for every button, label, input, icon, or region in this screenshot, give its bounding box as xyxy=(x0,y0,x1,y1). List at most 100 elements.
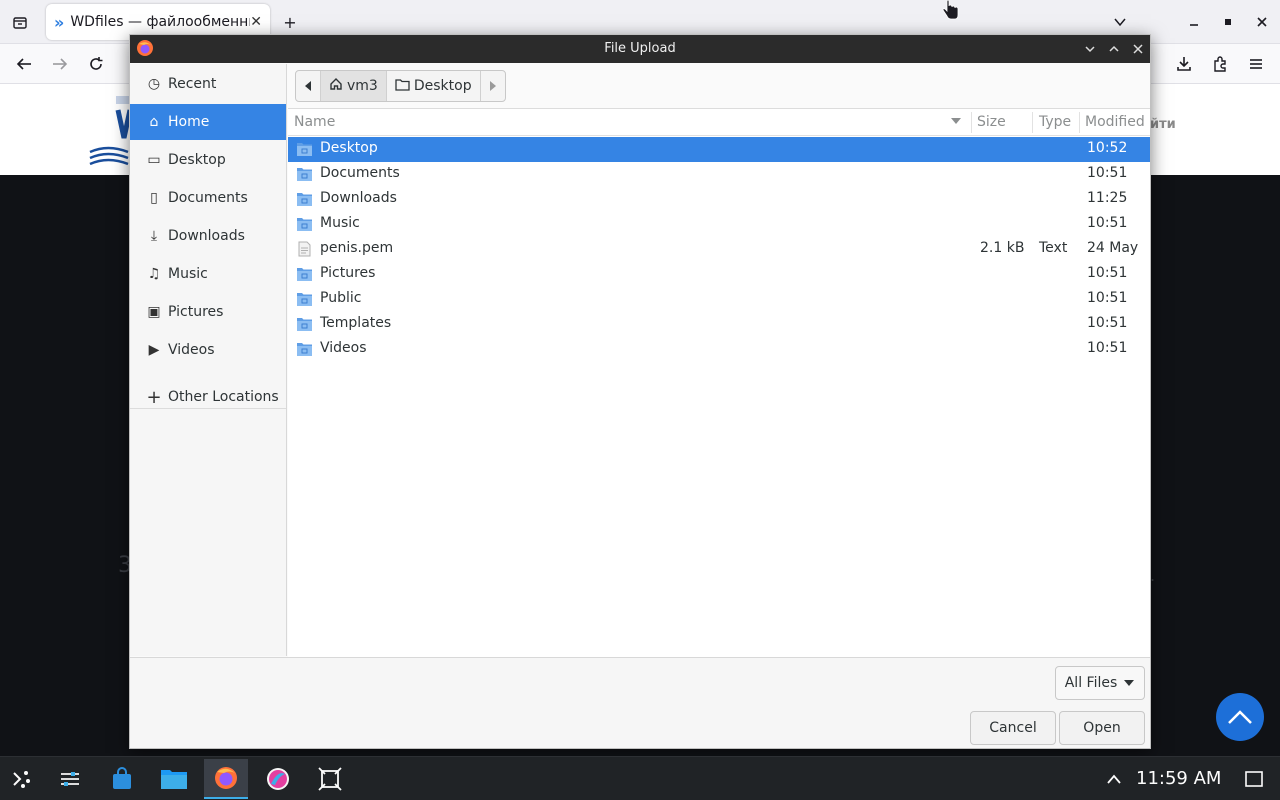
column-size[interactable]: Size xyxy=(977,114,1006,130)
downloads-icon[interactable] xyxy=(1172,52,1196,76)
folder-icon xyxy=(297,193,312,206)
places-sidebar: ◷ Recent ⌂ Home ▭ Desktop ▯ Documents ⤓ … xyxy=(130,64,287,656)
sidebar-item-label: Desktop xyxy=(168,152,226,168)
folder-row[interactable]: Music 10:51 xyxy=(288,212,1150,237)
folder-row[interactable]: Templates 10:51 xyxy=(288,312,1150,337)
extensions-icon[interactable] xyxy=(1208,52,1232,76)
sidebar-item-documents[interactable]: ▯ Documents xyxy=(130,180,286,216)
sidebar-item-label: Videos xyxy=(168,342,215,358)
close-window-icon[interactable] xyxy=(1250,10,1274,34)
file-name: penis.pem xyxy=(320,240,394,256)
path-desktop-label: Desktop xyxy=(413,78,472,94)
file-row[interactable]: penis.pem 2.1 kB Text 24 May xyxy=(288,237,1150,262)
folder-icon xyxy=(297,268,312,281)
dialog-titlebar[interactable]: File Upload xyxy=(130,35,1150,63)
file-name: Documents xyxy=(320,165,400,181)
file-modified: 10:52 xyxy=(1087,140,1128,156)
column-type[interactable]: Type xyxy=(1039,114,1071,130)
menu-icon[interactable] xyxy=(1244,52,1268,76)
taskbar-clock[interactable]: 11:59 AM xyxy=(1136,768,1221,789)
app-launcher-icon[interactable] xyxy=(0,759,44,799)
scroll-to-top-button[interactable] xyxy=(1216,693,1264,741)
folder-row[interactable]: Pictures 10:51 xyxy=(288,262,1150,287)
dropdown-arrow-icon xyxy=(1124,680,1135,686)
file-name: Videos xyxy=(320,340,367,356)
file-manager-icon[interactable] xyxy=(152,759,196,799)
graphics-app-icon[interactable] xyxy=(256,759,300,799)
new-tab-button[interactable]: + xyxy=(278,10,302,34)
sidebar-item-recent[interactable]: ◷ Recent xyxy=(130,66,286,102)
column-modified[interactable]: Modified xyxy=(1085,114,1145,130)
sidebar-item-downloads[interactable]: ⤓ Downloads xyxy=(130,218,286,254)
path-forward-button[interactable] xyxy=(481,71,505,101)
file-type: Text xyxy=(1039,240,1068,256)
site-logo[interactable] xyxy=(88,96,133,172)
sort-down-icon xyxy=(951,118,961,124)
video-icon: ▶ xyxy=(148,342,160,358)
folder-icon xyxy=(297,293,312,306)
discover-store-icon[interactable] xyxy=(100,759,144,799)
file-modified: 10:51 xyxy=(1087,165,1128,181)
path-back-button[interactable] xyxy=(296,71,321,101)
open-button[interactable]: Open xyxy=(1059,711,1145,745)
column-divider xyxy=(1032,112,1033,133)
dialog-title: File Upload xyxy=(604,41,676,56)
sidebar-item-home[interactable]: ⌂ Home xyxy=(130,104,286,140)
sidebar-item-pictures[interactable]: ▣ Pictures xyxy=(130,294,286,330)
folder-row[interactable]: Public 10:51 xyxy=(288,287,1150,312)
document-icon: ▯ xyxy=(150,190,158,206)
system-tray-expand-icon[interactable] xyxy=(1092,759,1136,799)
path-desktop-button[interactable]: Desktop xyxy=(387,71,481,101)
login-link[interactable]: йти xyxy=(1150,117,1176,132)
path-home-button[interactable]: vm3 xyxy=(321,71,387,101)
text-file-icon xyxy=(298,241,311,257)
folder-row[interactable]: Videos 10:51 xyxy=(288,337,1150,362)
folder-row[interactable]: Downloads 11:25 xyxy=(288,187,1150,212)
sidebar-item-label: Home xyxy=(168,114,210,130)
folder-row[interactable]: Desktop 10:52 xyxy=(288,137,1150,162)
close-dialog-icon[interactable] xyxy=(1128,39,1148,59)
folder-row[interactable]: Documents 10:51 xyxy=(288,162,1150,187)
tab-title: WDfiles — файлообменник xyxy=(70,14,251,30)
picture-icon: ▣ xyxy=(147,304,161,320)
maximize-icon[interactable] xyxy=(1216,10,1240,34)
folder-icon xyxy=(297,143,312,156)
forward-icon[interactable] xyxy=(48,52,72,76)
file-upload-dialog: File Upload ◷ Recent ⌂ Home ▭ Desktop ▯ … xyxy=(129,34,1151,749)
close-tab-icon[interactable]: ✕ xyxy=(250,14,262,30)
firefox-taskbar-icon[interactable] xyxy=(204,759,248,799)
sidebar-item-desktop[interactable]: ▭ Desktop xyxy=(130,142,286,178)
reload-icon[interactable] xyxy=(84,52,108,76)
plus-icon: + xyxy=(146,386,162,408)
sidebar-item-videos[interactable]: ▶ Videos xyxy=(130,332,286,368)
file-modified: 10:51 xyxy=(1087,215,1128,231)
file-modified: 10:51 xyxy=(1087,290,1128,306)
sidebar-item-label: Other Locations xyxy=(168,389,279,405)
file-filter-dropdown[interactable]: All Files xyxy=(1055,666,1145,700)
chevron-down-icon[interactable] xyxy=(1108,10,1132,34)
cancel-button[interactable]: Cancel xyxy=(970,711,1056,745)
path-bar: vm3 Desktop xyxy=(295,70,506,102)
home-icon xyxy=(329,77,343,95)
file-modified: 10:51 xyxy=(1087,265,1128,281)
tab-list-icon[interactable] xyxy=(8,10,32,34)
show-desktop-icon[interactable] xyxy=(1232,759,1276,799)
file-name: Music xyxy=(320,215,360,231)
file-name: Public xyxy=(320,290,362,306)
maximize-dialog-icon[interactable] xyxy=(1104,39,1124,59)
file-name: Desktop xyxy=(320,140,378,156)
minimize-dialog-icon[interactable] xyxy=(1080,39,1100,59)
back-icon[interactable] xyxy=(12,52,36,76)
sidebar-item-label: Music xyxy=(168,266,208,282)
site-favicon-icon: » xyxy=(54,12,65,32)
chevron-up-icon xyxy=(1228,710,1252,724)
sidebar-item-other-locations[interactable]: + Other Locations xyxy=(130,379,286,415)
window-overview-icon[interactable] xyxy=(308,759,352,799)
sidebar-item-music[interactable]: ♫ Music xyxy=(130,256,286,292)
minimize-icon[interactable] xyxy=(1182,10,1206,34)
column-name[interactable]: Name xyxy=(294,114,335,130)
system-settings-icon[interactable] xyxy=(48,759,92,799)
file-list: Name Size Type Modified Desktop 10:52 Docu… xyxy=(288,108,1150,657)
file-name: Templates xyxy=(320,315,392,331)
sidebar-item-label: Documents xyxy=(168,190,248,206)
